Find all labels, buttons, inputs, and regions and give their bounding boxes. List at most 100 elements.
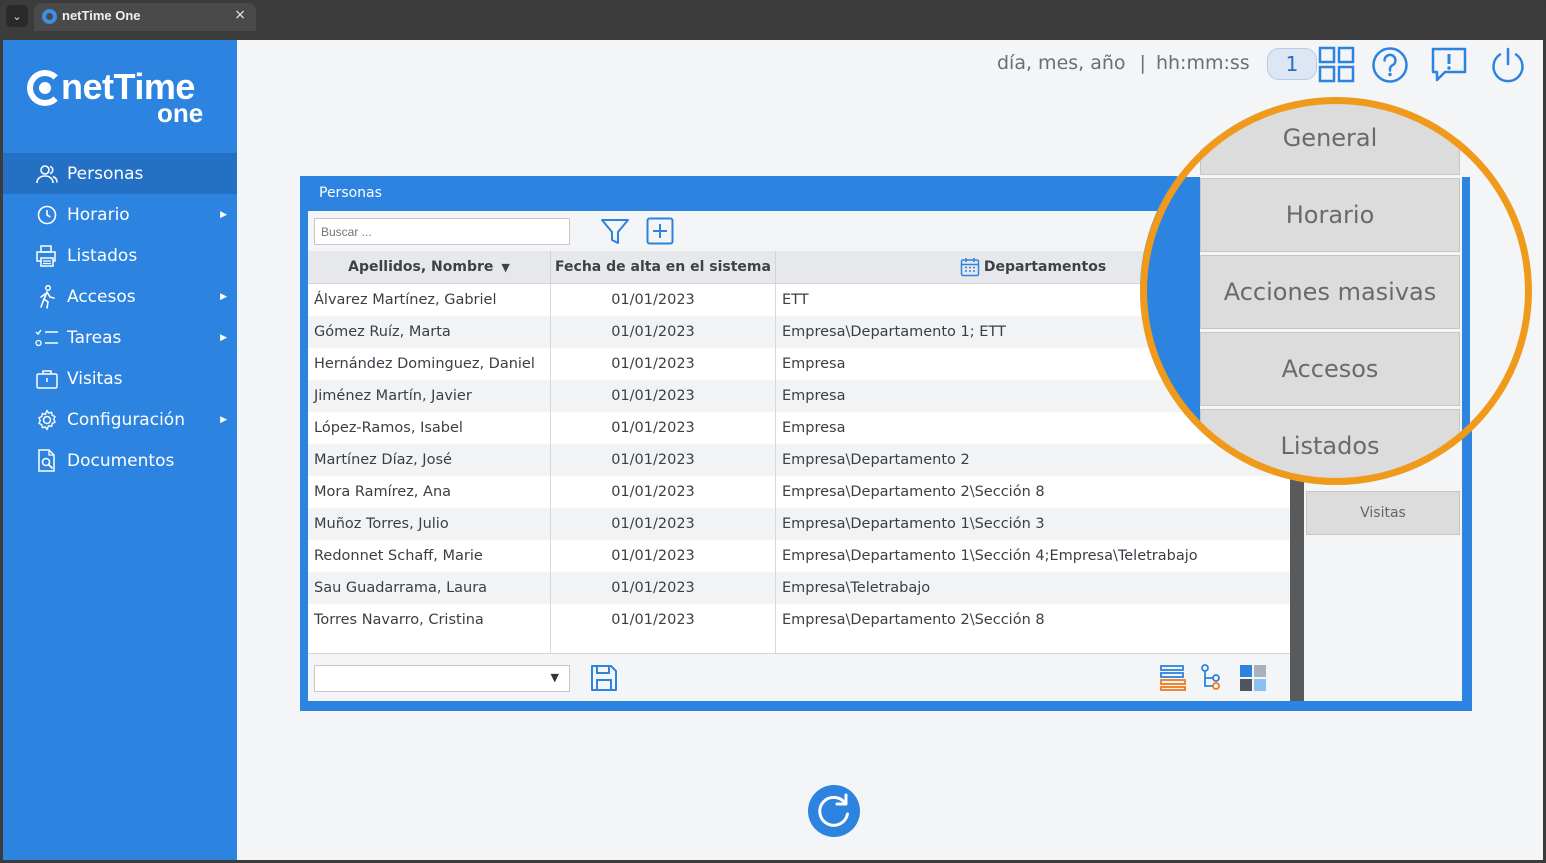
app-logo[interactable]: netTime one <box>27 66 217 128</box>
tab-list-button[interactable]: ⌄ <box>6 5 28 27</box>
cell-date: 01/01/2023 <box>551 380 776 412</box>
header-date: día, mes, año <box>997 52 1126 74</box>
favicon-icon <box>42 9 57 24</box>
sidebar-item-visitas[interactable]: Visitas <box>3 358 237 399</box>
sidebar-nav: Personas Horario ▶ Listados Accesos ▶ Ta… <box>3 153 237 481</box>
cell-date: 01/01/2023 <box>551 476 776 508</box>
printer-icon <box>35 244 59 267</box>
cell-date: 01/01/2023 <box>551 348 776 380</box>
cell-name: López-Ramos, Isabel <box>308 412 551 444</box>
sidebar-item-label: Horario <box>67 204 130 225</box>
cell-date: 01/01/2023 <box>551 444 776 476</box>
document-search-icon <box>35 448 59 473</box>
close-tab-icon[interactable]: × <box>234 7 246 23</box>
sidebar-item-label: Accesos <box>67 286 136 307</box>
cell-date: 01/01/2023 <box>551 572 776 604</box>
clock-icon <box>35 205 59 225</box>
cell-name: Redonnet Schaff, Marie <box>308 540 551 572</box>
view-select[interactable]: ▼ <box>314 665 570 692</box>
cell-date: 01/01/2023 <box>551 316 776 348</box>
panel-title: Personas <box>319 185 382 201</box>
walking-person-icon <box>35 284 59 309</box>
checklist-icon <box>35 328 59 348</box>
filter-icon[interactable] <box>600 217 630 247</box>
browser-tab-bar: ⌄ netTime One × <box>0 0 1546 36</box>
header-datetime: día, mes, año | hh:mm:ss <box>997 52 1250 74</box>
add-icon[interactable] <box>646 217 674 245</box>
cell-departments: Empresa\Teletrabajo <box>782 580 931 596</box>
sidebar-item-label: Listados <box>67 245 138 266</box>
sort-desc-icon: ▼ <box>501 260 510 274</box>
cell-date: 01/01/2023 <box>551 412 776 444</box>
tree-view-icon[interactable] <box>1200 664 1226 692</box>
list-view-icon[interactable] <box>1159 664 1187 692</box>
cell-departments: Empresa\Departamento 1\Sección 3 <box>782 516 1045 532</box>
search-input[interactable] <box>314 218 570 245</box>
browser-window: ⌄ netTime One × netTime one Personas Hor… <box>0 0 1546 863</box>
cell-name: Álvarez Martínez, Gabriel <box>308 284 551 316</box>
sidebar-item-personas[interactable]: Personas <box>3 153 237 194</box>
magnifier-ring <box>1140 97 1532 485</box>
submenu-arrow-icon: ▶ <box>220 332 227 343</box>
refresh-button[interactable] <box>808 785 860 837</box>
briefcase-icon <box>35 369 59 389</box>
cell-departments: Empresa\Departamento 2\Sección 8 <box>782 612 1045 628</box>
sidebar-item-label: Visitas <box>67 368 123 389</box>
chevron-down-icon: ⌄ <box>12 9 22 23</box>
submenu-arrow-icon: ▶ <box>220 209 227 220</box>
submenu-arrow-icon: ▶ <box>220 291 227 302</box>
browser-tab[interactable]: netTime One × <box>34 3 256 31</box>
cell-date: 01/01/2023 <box>551 284 776 316</box>
sidebar-item-label: Tareas <box>67 327 122 348</box>
cell-name: Gómez Ruíz, Marta <box>308 316 551 348</box>
sidebar-item-listados[interactable]: Listados <box>3 235 237 276</box>
sidebar-item-documentos[interactable]: Documentos <box>3 440 237 481</box>
cell-date: 01/01/2023 <box>551 508 776 540</box>
sidebar-item-configuracion[interactable]: Configuración ▶ <box>3 399 237 440</box>
gear-icon <box>35 409 59 431</box>
alert-icon[interactable] <box>1430 46 1468 84</box>
submenu-arrow-icon: ▶ <box>220 414 227 425</box>
cell-name: Muñoz Torres, Julio <box>308 508 551 540</box>
calendar-icon <box>960 258 980 277</box>
help-icon[interactable] <box>1371 46 1409 84</box>
grid-icon[interactable] <box>1318 46 1356 84</box>
cell-name: Jiménez Martín, Javier <box>308 380 551 412</box>
cell-date: 01/01/2023 <box>551 604 776 636</box>
logo-mark-icon <box>27 70 63 106</box>
sidebar-item-tareas[interactable]: Tareas ▶ <box>3 317 237 358</box>
cell-departments: Empresa\Departamento 1\Sección 4;Empresa… <box>782 548 1198 564</box>
table-footer: ▼ <box>308 653 1290 701</box>
cell-name: Hernández Dominguez, Daniel <box>308 348 551 380</box>
power-icon[interactable] <box>1489 46 1527 84</box>
dropdown-arrow-icon: ▼ <box>550 671 559 684</box>
tile-view-icon[interactable] <box>1239 664 1267 692</box>
table-row[interactable]: Torres Navarro, Cristina 01/01/2023 Empres… <box>308 604 1290 636</box>
column-header-name[interactable]: Apellidos, Nombre ▼ <box>308 251 551 283</box>
refresh-icon <box>818 793 849 827</box>
side-button-visitas[interactable]: Visitas <box>1306 491 1460 535</box>
cell-name: Sau Guadarrama, Laura <box>308 572 551 604</box>
table-row[interactable]: Redonnet Schaff, Marie 01/01/2023 Empresa\… <box>308 540 1290 572</box>
table-row[interactable]: Sau Guadarrama, Laura 01/01/2023 Empresa\T… <box>308 572 1290 604</box>
save-icon[interactable] <box>590 664 618 692</box>
column-header-date[interactable]: Fecha de alta en el sistema <box>551 251 776 283</box>
app-viewport: netTime one Personas Horario ▶ Listados … <box>3 40 1543 860</box>
cell-name: Torres Navarro, Cristina <box>308 604 551 636</box>
logo-sub: one <box>157 98 204 128</box>
header-time: hh:mm:ss <box>1155 52 1250 74</box>
sidebar-item-label: Documentos <box>67 450 175 471</box>
sidebar-item-horario[interactable]: Horario ▶ <box>3 194 237 235</box>
sidebar-item-label: Personas <box>67 163 144 184</box>
cell-name: Martínez Díaz, José <box>308 444 551 476</box>
tab-title: netTime One <box>62 8 141 23</box>
sidebar-item-accesos[interactable]: Accesos ▶ <box>3 276 237 317</box>
sidebar: netTime one Personas Horario ▶ Listados … <box>3 40 237 860</box>
people-icon <box>35 164 59 184</box>
cell-date: 01/01/2023 <box>551 540 776 572</box>
notification-counter[interactable]: 1 <box>1267 48 1317 80</box>
sidebar-item-label: Configuración <box>67 409 185 430</box>
table-row[interactable]: Muñoz Torres, Julio 01/01/2023 Empresa\Dep… <box>308 508 1290 540</box>
cell-name: Mora Ramírez, Ana <box>308 476 551 508</box>
table-filler <box>308 636 1290 654</box>
